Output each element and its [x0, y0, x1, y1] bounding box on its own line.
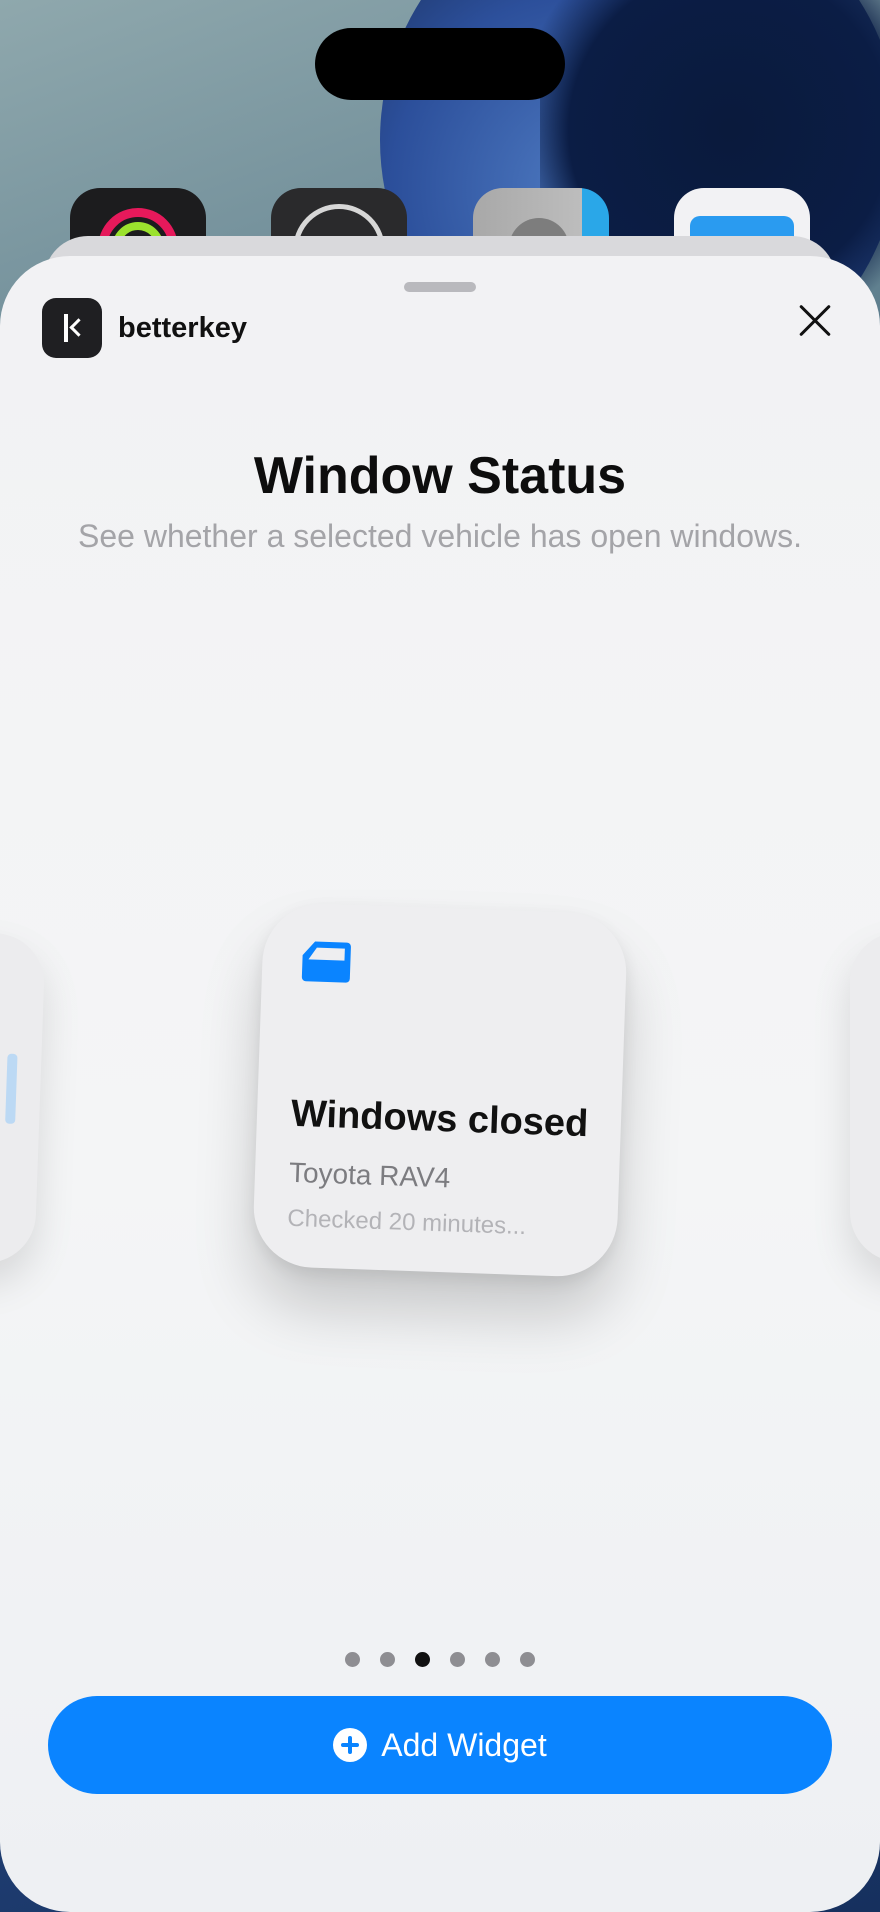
widget-preview[interactable]: Windows closed Toyota RAV4 Checked 20 mi… [251, 901, 629, 1279]
plus-circle-icon [333, 1728, 368, 1762]
page-dot[interactable] [485, 1652, 500, 1667]
add-widget-label: Add Widget [381, 1726, 547, 1763]
app-header: betterkey [42, 298, 247, 358]
next-widget-preview[interactable] [850, 932, 880, 1262]
page-dot[interactable] [415, 1652, 430, 1667]
previous-widget-preview[interactable] [0, 929, 46, 1265]
app-name: betterkey [118, 311, 247, 344]
dynamic-island [315, 28, 565, 100]
car-door-icon [301, 941, 351, 983]
last-checked-text: Checked 20 minutes... [286, 1204, 527, 1241]
page-dot[interactable] [380, 1652, 395, 1667]
widget-gallery-sheet: betterkey Window Status See whether a se… [0, 256, 880, 1912]
vehicle-name: Toyota RAV4 [288, 1156, 451, 1194]
window-status-headline: Windows closed [290, 1092, 589, 1146]
close-button[interactable] [790, 296, 840, 346]
sheet-grabber[interactable] [404, 282, 476, 292]
widget-title: Window Status [253, 447, 627, 505]
betterkey-logo-icon [42, 298, 102, 358]
widget-description: See whether a selected vehicle has open … [78, 518, 802, 554]
page-dot[interactable] [345, 1652, 360, 1667]
page-dot[interactable] [520, 1652, 535, 1667]
page-indicator[interactable] [0, 1652, 880, 1667]
home-screen: betterkey Window Status See whether a se… [0, 0, 880, 1912]
page-dot[interactable] [450, 1652, 465, 1667]
add-widget-button[interactable]: Add Widget [48, 1696, 832, 1794]
